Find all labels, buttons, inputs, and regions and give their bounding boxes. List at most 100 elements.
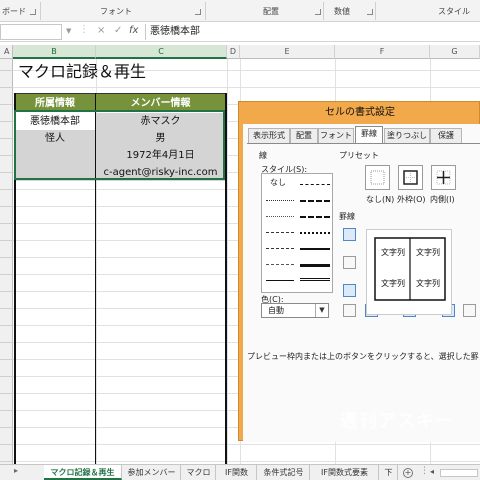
preset-none-label: なし(N) [366,195,395,204]
gridline [13,444,480,445]
sheet-tab-members[interactable]: 参加メンバー [123,465,181,480]
dialog-body: 表示形式 配置 フォント 罫線 塗りつぶし 保護 線 スタイル(S): なし 色… [243,124,480,442]
row-header-divider [0,325,13,326]
line-style-option[interactable] [300,184,330,185]
ribbon-group-styles[interactable]: スタイル [438,6,470,17]
line-group-label: 線 [259,151,267,160]
ribbon-group-number[interactable]: 数値 [334,6,350,17]
line-style-option[interactable] [266,248,294,249]
row-headers[interactable] [0,59,13,464]
scroll-left-icon[interactable]: ◂ [430,467,434,476]
ribbon: ボード フォント 配置 数値 スタイル [0,0,480,22]
more-icon: ⋮ [420,466,429,476]
line-style-option[interactable] [300,232,330,234]
tab-underline [247,143,480,144]
line-style-option[interactable] [266,280,294,281]
line-style-option[interactable] [300,200,330,202]
alignment-expand-icon[interactable] [315,9,321,15]
sheet-tab-macro[interactable]: マクロ [182,465,216,480]
line-style-none[interactable]: なし [270,177,286,188]
scroll-tabs-right-icon[interactable]: ▸ [14,466,18,475]
horizontal-scrollbar[interactable] [440,469,478,477]
row-header-divider [0,138,13,139]
line-style-option[interactable] [266,216,294,217]
preview-text: 文字列 [416,248,440,257]
row-header-divider [0,172,13,173]
number-expand-icon[interactable] [367,9,373,15]
border-top-button[interactable] [343,228,356,241]
line-style-list[interactable]: なし [261,173,333,293]
row-header-divider [0,223,13,224]
ribbon-group-alignment[interactable]: 配置 [263,6,279,17]
font-expand-icon[interactable] [195,9,201,15]
tab-number-format[interactable]: 表示形式 [248,128,290,143]
preset-inside-button[interactable] [431,165,456,190]
preview-text: 文字列 [381,248,405,257]
sheet-tab-if-elements[interactable]: IF関数式要素 [311,465,379,480]
formula-input[interactable]: 悪徳橋本部 [145,24,478,40]
row-header-divider [0,393,13,394]
ribbon-separator [205,2,206,20]
sheet-tab-if-function[interactable]: IF関数 [217,465,257,480]
selection-outline [14,110,225,180]
sheet-title[interactable]: マクロ記録＆再生 [18,62,146,82]
preset-none-button[interactable] [365,165,390,190]
dialog-title[interactable]: セルの書式設定 [239,102,480,124]
dropdown-icon[interactable]: ▼ [66,27,71,35]
border-inner-horizontal-button[interactable] [343,256,356,269]
line-style-option[interactable] [266,200,294,201]
name-box[interactable] [0,24,62,40]
ribbon-group-font[interactable]: フォント [100,6,132,17]
border-diagonal-up-button[interactable] [343,304,356,317]
col-header-g[interactable]: G [430,45,480,59]
dialog-hint-text: プレビュー枠内または上のボタンをクリックすると、選択した罫線の種類が適用 [247,352,479,361]
line-style-option[interactable] [300,264,330,267]
col-header-f[interactable]: F [335,45,430,59]
border-preview[interactable]: 文字列 文字列 文字列 文字列 [366,229,452,315]
border-diagonal-down-button[interactable] [463,304,476,317]
preset-outline-label: 外枠(O) [397,195,426,204]
row-header-divider [0,70,13,71]
preview-text: 文字列 [381,279,405,288]
tab-border[interactable]: 罫線 [355,126,383,144]
chevron-down-icon[interactable]: ▼ [315,304,328,317]
table-border-right [225,93,227,464]
row-header-divider [0,257,13,258]
sheet-tab-macro-record[interactable]: マクロ記録＆再生 [44,465,122,480]
ribbon-separator [323,2,324,20]
sheet-tab-condition-symbols[interactable]: 条件式記号 [258,465,310,480]
row-header-divider [0,376,13,377]
ribbon-group-clipboard[interactable]: ボード [2,6,26,17]
col-header-c[interactable]: C [96,45,227,59]
insert-function-icon[interactable]: fx [129,25,138,36]
enter-icon[interactable]: ✓ [114,25,122,36]
color-select[interactable]: 自動 ▼ [261,303,329,318]
clipboard-expand-icon[interactable] [30,9,36,15]
color-value: 自動 [268,306,284,315]
line-style-option[interactable] [300,248,330,250]
tab-protection[interactable]: 保護 [430,128,462,143]
col-header-e[interactable]: E [240,45,335,59]
row-header-divider [0,461,13,462]
tab-font[interactable]: フォント [318,128,354,143]
border-label: 罫線 [339,212,355,221]
line-style-option[interactable] [300,278,330,281]
preset-outline-button[interactable] [398,165,423,190]
cancel-icon[interactable]: × [97,25,105,36]
line-style-option[interactable] [266,264,294,265]
sheet-tab-more[interactable]: 下 [380,465,398,480]
tab-fill[interactable]: 塗りつぶし [384,128,430,143]
line-style-option[interactable] [266,232,294,233]
tab-alignment[interactable]: 配置 [290,128,318,143]
formula-bar: ▼ ⋮ × ✓ fx 悪徳橋本部 [0,22,480,42]
ribbon-separator [40,2,41,20]
col-header-b[interactable]: B [13,45,96,59]
line-style-option[interactable] [300,216,330,218]
border-bottom-button[interactable] [343,284,356,297]
row-header-divider [0,359,13,360]
add-sheet-icon[interactable]: + [403,468,413,478]
col-header-d[interactable]: D [227,45,240,59]
gridline [13,461,480,462]
row-header-divider [0,189,13,190]
format-cells-dialog: セルの書式設定 表示形式 配置 フォント 罫線 塗りつぶし 保護 線 スタイル(… [238,101,480,442]
